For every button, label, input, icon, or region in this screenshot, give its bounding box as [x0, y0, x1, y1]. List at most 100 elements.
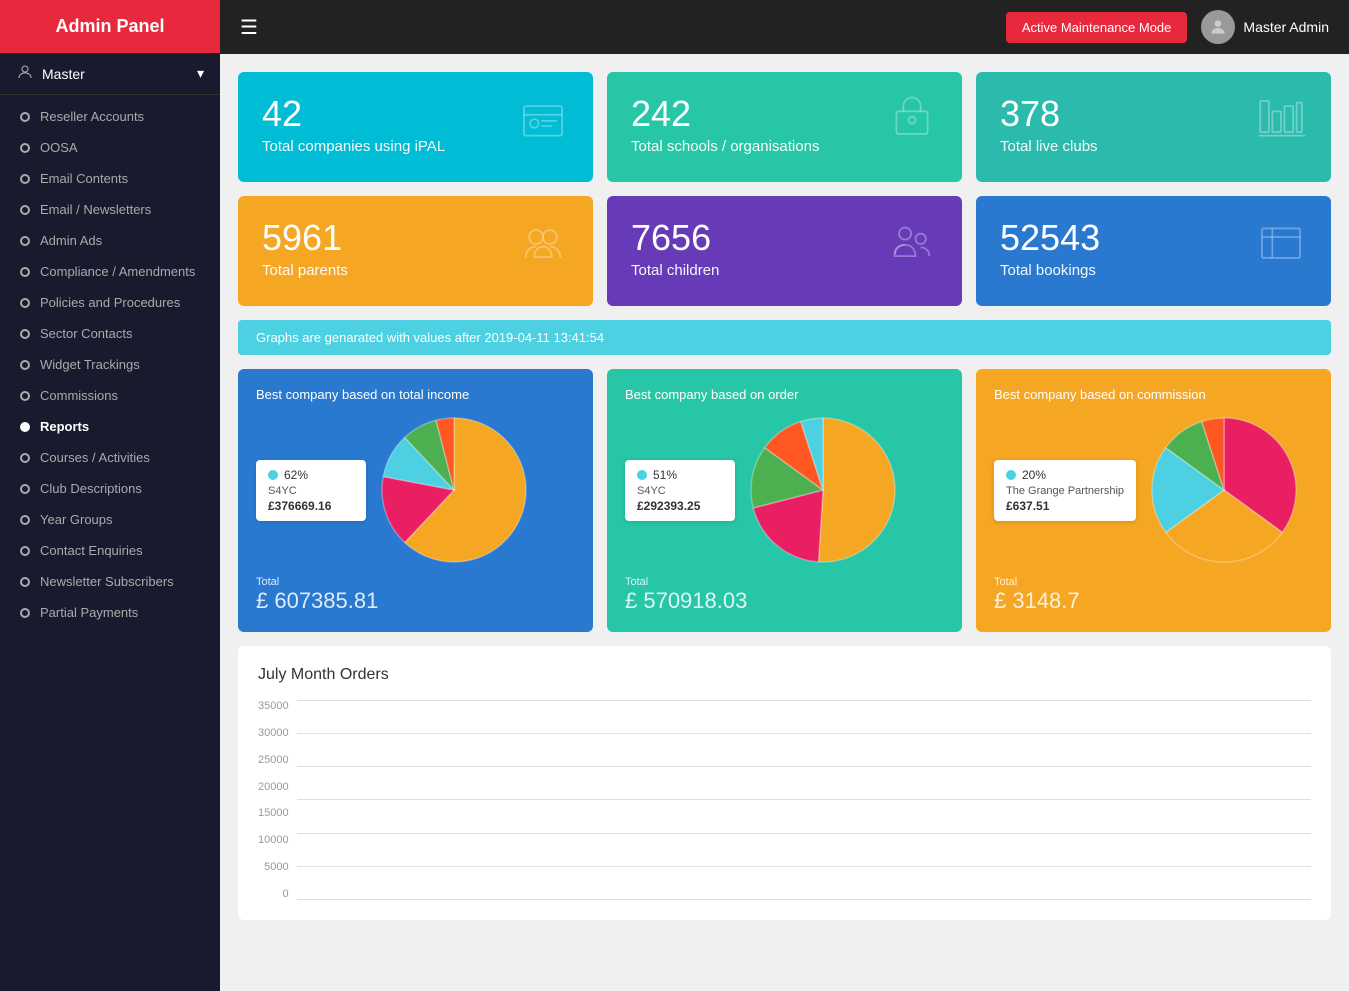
stat-icon	[517, 94, 569, 155]
sidebar-item-label: Reports	[40, 419, 89, 434]
nav-dot-icon	[20, 174, 30, 184]
stat-card-text: 7656 Total children	[631, 218, 719, 279]
legend-dot-icon	[268, 470, 278, 480]
nav-dot-icon	[20, 608, 30, 618]
legend-pct-text: 51%	[653, 468, 677, 482]
bar-chart-section: July Month Orders 3500030000250002000015…	[238, 646, 1331, 920]
pie-chart	[1148, 414, 1300, 566]
stat-icon	[886, 94, 938, 155]
chart-total: Total £ 570918.03	[625, 566, 944, 614]
chart-card: Best company based on total income 62% S…	[238, 369, 593, 632]
legend-pct: 51%	[637, 468, 723, 482]
stat-icon	[1255, 218, 1307, 279]
maintenance-button[interactable]: Active Maintenance Mode	[1006, 12, 1188, 43]
avatar	[1201, 10, 1235, 44]
stat-icon	[886, 218, 938, 279]
sidebar-item-year-groups[interactable]: Year Groups	[0, 504, 220, 535]
stat-label: Total schools / organisations	[631, 138, 819, 155]
topbar-right: Active Maintenance Mode Master Admin	[1006, 10, 1329, 44]
stat-label: Total bookings	[1000, 262, 1100, 279]
stat-number: 52543	[1000, 218, 1100, 258]
sidebar-item-compliance-amendments[interactable]: Compliance / Amendments	[0, 256, 220, 287]
charts-row: Best company based on total income 62% S…	[238, 369, 1331, 632]
chart-total: Total £ 3148.7	[994, 566, 1313, 614]
chart-body: 20% The Grange Partnership £637.51	[994, 414, 1313, 566]
stat-card: 52543 Total bookings	[976, 196, 1331, 306]
master-section[interactable]: Master ▾	[0, 53, 220, 95]
sidebar-item-contact-enquiries[interactable]: Contact Enquiries	[0, 535, 220, 566]
nav-dot-icon	[20, 453, 30, 463]
legend-pct-text: 20%	[1022, 468, 1046, 482]
sidebar-item-label: Email / Newsletters	[40, 202, 151, 217]
stat-card-text: 5961 Total parents	[262, 218, 348, 279]
legend-dot-icon	[1006, 470, 1016, 480]
total-label: Total	[625, 576, 944, 588]
sidebar-item-email-contents[interactable]: Email Contents	[0, 163, 220, 194]
pie-chart	[747, 414, 899, 566]
chart-card: Best company based on commission 20% The…	[976, 369, 1331, 632]
chart-body: 62% S4YC £376669.16	[256, 414, 575, 566]
sidebar-item-courses-activities[interactable]: Courses / Activities	[0, 442, 220, 473]
stat-card-text: 242 Total schools / organisations	[631, 94, 819, 155]
sidebar-item-sector-contacts[interactable]: Sector Contacts	[0, 318, 220, 349]
bar-chart-area: 35000300002500020000150001000050000	[258, 700, 1311, 900]
legend-dot-icon	[637, 470, 647, 480]
legend-company-name: S4YC	[268, 485, 354, 497]
sidebar-item-label: Policies and Procedures	[40, 295, 180, 310]
chart-card-title: Best company based on order	[625, 387, 944, 402]
nav-dot-icon	[20, 267, 30, 277]
nav-dot-icon	[20, 515, 30, 525]
sidebar-item-partial-payments[interactable]: Partial Payments	[0, 597, 220, 628]
legend-pct: 20%	[1006, 468, 1124, 482]
stat-card: 5961 Total parents	[238, 196, 593, 306]
sidebar-item-newsletter-subscribers[interactable]: Newsletter Subscribers	[0, 566, 220, 597]
y-axis-label: 15000	[258, 807, 289, 819]
stat-label: Total parents	[262, 262, 348, 279]
nav-dot-icon	[20, 236, 30, 246]
info-banner: Graphs are genarated with values after 2…	[238, 320, 1331, 355]
stat-number: 7656	[631, 218, 719, 258]
legend-company-value: £637.51	[1006, 499, 1124, 513]
sidebar-item-commissions[interactable]: Commissions	[0, 380, 220, 411]
stat-card: 378 Total live clubs	[976, 72, 1331, 182]
stat-icon	[517, 218, 569, 279]
pie-chart	[378, 414, 530, 566]
nav-dot-icon	[20, 484, 30, 494]
chart-legend: 51% S4YC £292393.25	[625, 460, 735, 521]
sidebar-item-widget-trackings[interactable]: Widget Trackings	[0, 349, 220, 380]
y-axis-label: 25000	[258, 754, 289, 766]
stat-card: 7656 Total children	[607, 196, 962, 306]
nav-dot-icon	[20, 360, 30, 370]
nav-dot-icon	[20, 422, 30, 432]
hamburger-icon[interactable]: ☰	[240, 15, 258, 40]
chart-grid	[297, 700, 1311, 900]
sidebar-item-reports[interactable]: Reports	[0, 411, 220, 442]
sidebar-item-reseller-accounts[interactable]: Reseller Accounts	[0, 101, 220, 132]
y-axis-label: 10000	[258, 834, 289, 846]
sidebar-item-label: Partial Payments	[40, 605, 138, 620]
stat-number: 5961	[262, 218, 348, 258]
sidebar-item-label: Email Contents	[40, 171, 128, 186]
chart-legend: 62% S4YC £376669.16	[256, 460, 366, 521]
legend-company-name: S4YC	[637, 485, 723, 497]
sidebar-item-policies-procedures[interactable]: Policies and Procedures	[0, 287, 220, 318]
sidebar-item-oosa[interactable]: OOSA	[0, 132, 220, 163]
sidebar-item-label: Year Groups	[40, 512, 113, 527]
legend-company-name: The Grange Partnership	[1006, 485, 1124, 497]
master-label: Master	[42, 66, 85, 82]
sidebar-item-label: Newsletter Subscribers	[40, 574, 174, 589]
total-label: Total	[994, 576, 1313, 588]
sidebar-item-email-newsletters[interactable]: Email / Newsletters	[0, 194, 220, 225]
sidebar-item-club-descriptions[interactable]: Club Descriptions	[0, 473, 220, 504]
main-area: ☰ Active Maintenance Mode Master Admin 4…	[220, 0, 1349, 991]
total-amount: £ 570918.03	[625, 588, 944, 614]
legend-company-value: £292393.25	[637, 499, 723, 513]
stat-card-text: 52543 Total bookings	[1000, 218, 1100, 279]
stat-card-text: 42 Total companies using iPAL	[262, 94, 445, 155]
nav-dot-icon	[20, 143, 30, 153]
sidebar-nav: Reseller AccountsOOSA Email Contents Email…	[0, 95, 220, 991]
app-title: Admin Panel	[0, 0, 220, 53]
content: 42 Total companies using iPAL 242 Total …	[220, 54, 1349, 991]
nav-dot-icon	[20, 577, 30, 587]
sidebar-item-admin-ads[interactable]: Admin Ads	[0, 225, 220, 256]
